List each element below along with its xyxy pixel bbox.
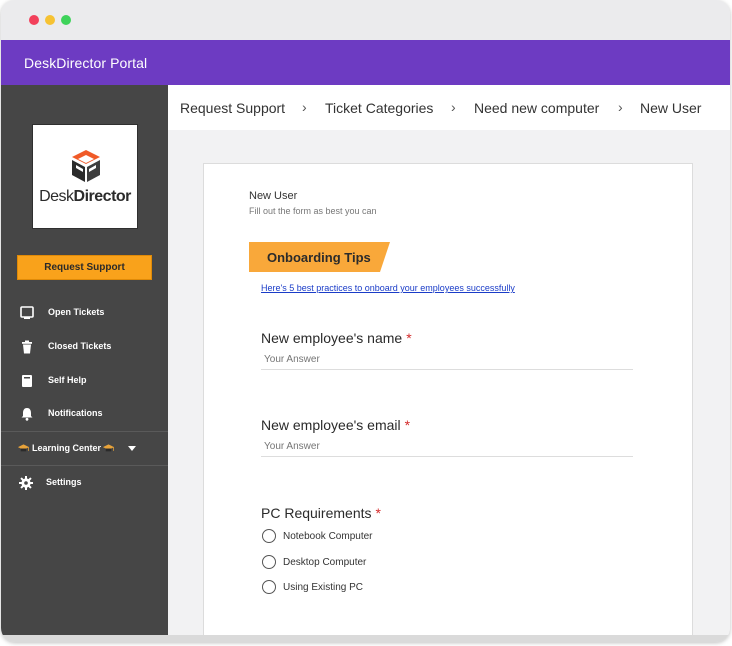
app-header: DeskDirector Portal xyxy=(1,40,730,85)
sidebar-item-label: Notifications xyxy=(48,408,103,418)
sidebar-item-label: Self Help xyxy=(48,375,87,385)
radio-label: Notebook Computer xyxy=(283,531,373,542)
radio-button[interactable] xyxy=(262,580,276,594)
bell-icon xyxy=(21,408,33,421)
browser-window: DeskDirector Portal DeskDirector Request… xyxy=(1,0,730,642)
employee-name-input[interactable] xyxy=(261,350,633,370)
sidebar-item-notifications[interactable]: Notifications xyxy=(1,399,168,429)
graduation-cap-icon xyxy=(17,444,30,452)
radio-label: Using Existing PC xyxy=(283,582,364,593)
form-card: New User Fill out the form as best you c… xyxy=(203,163,693,635)
question-email-label: New employee's email * xyxy=(261,417,411,433)
question-name-label: New employee's name * xyxy=(261,330,412,346)
sidebar-item-label: Learning Center xyxy=(32,443,102,453)
sidebar-item-label: Open Tickets xyxy=(48,307,105,317)
sidebar-item-self-help[interactable]: Self Help xyxy=(1,366,168,396)
monitor-icon xyxy=(20,306,34,319)
deskdirector-logo: DeskDirector xyxy=(32,124,138,229)
book-icon xyxy=(22,375,32,387)
sidebar-item-label: Settings xyxy=(46,477,82,487)
required-marker: * xyxy=(404,417,411,433)
form-title: New User xyxy=(249,190,298,202)
breadcrumb-request-support[interactable]: Request Support xyxy=(180,100,285,116)
radio-label: Desktop Computer xyxy=(283,557,367,568)
logo-wordmark: DeskDirector xyxy=(39,188,131,205)
window-bottom-edge xyxy=(1,635,730,642)
chevron-down-icon[interactable] xyxy=(128,446,136,451)
app-title: DeskDirector Portal xyxy=(24,55,148,71)
breadcrumb-separator: › xyxy=(302,99,307,115)
breadcrumb-new-user: New User xyxy=(640,100,702,116)
logo-cube-icon xyxy=(72,150,100,182)
window-titlebar xyxy=(1,0,730,40)
radio-button[interactable] xyxy=(262,555,276,569)
onboarding-tips-link[interactable]: Here's 5 best practices to onboard your … xyxy=(261,283,515,293)
banner-label: Onboarding Tips xyxy=(267,250,371,265)
sidebar-item-closed-tickets[interactable]: Closed Tickets xyxy=(1,332,168,362)
sidebar: DeskDirector Request Support Open Ticket… xyxy=(1,85,168,635)
maximize-window-button[interactable] xyxy=(61,15,71,25)
gear-icon xyxy=(19,476,33,490)
request-support-button[interactable]: Request Support xyxy=(17,255,152,280)
sidebar-item-learning-center[interactable]: Learning Center xyxy=(1,434,168,464)
breadcrumb: Request Support › Ticket Categories › Ne… xyxy=(168,85,730,130)
required-marker: * xyxy=(406,330,412,346)
form-subtitle: Fill out the form as best you can xyxy=(249,206,377,216)
close-window-button[interactable] xyxy=(29,15,39,25)
breadcrumb-need-new-computer[interactable]: Need new computer xyxy=(474,100,599,116)
sidebar-item-settings[interactable]: Settings xyxy=(1,468,168,498)
employee-email-input[interactable] xyxy=(261,437,633,457)
sidebar-divider xyxy=(1,431,168,432)
breadcrumb-separator: › xyxy=(618,99,623,115)
required-marker: * xyxy=(375,505,381,521)
breadcrumb-ticket-categories[interactable]: Ticket Categories xyxy=(325,100,433,116)
sidebar-item-label: Closed Tickets xyxy=(48,341,112,351)
sidebar-divider xyxy=(1,465,168,466)
sidebar-item-open-tickets[interactable]: Open Tickets xyxy=(1,298,168,328)
trash-icon xyxy=(22,340,32,354)
question-pc-label: PC Requirements * xyxy=(261,505,381,521)
breadcrumb-separator: › xyxy=(451,99,456,115)
minimize-window-button[interactable] xyxy=(45,15,55,25)
graduation-cap-icon xyxy=(102,444,115,452)
onboarding-tips-banner: Onboarding Tips xyxy=(249,242,390,272)
main-content: Request Support › Ticket Categories › Ne… xyxy=(168,85,730,635)
radio-button[interactable] xyxy=(262,529,276,543)
